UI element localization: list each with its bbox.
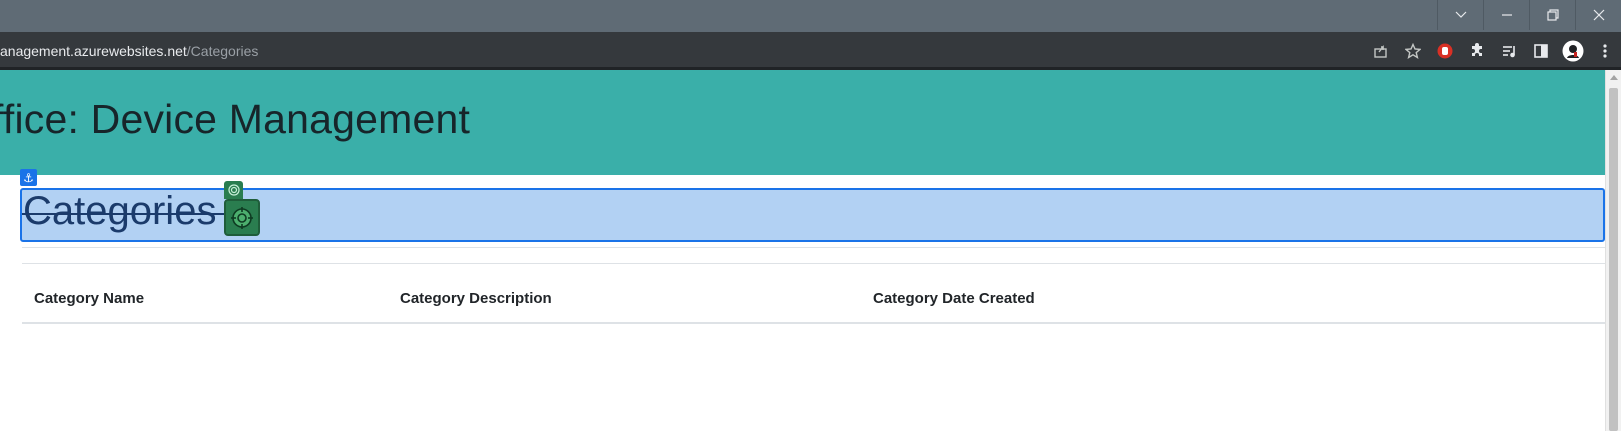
target-tab-icon[interactable]: [224, 181, 243, 199]
menu-kebab-icon: [1603, 44, 1607, 58]
reading-list-icon: [1503, 46, 1515, 58]
extension-stop-button[interactable]: [1429, 35, 1461, 67]
divider: [22, 263, 1605, 264]
scroll-up-arrow-icon[interactable]: [1610, 75, 1618, 80]
url-path: /Categories: [186, 43, 259, 59]
bookmark-star-icon: [1405, 43, 1421, 59]
categories-table-header: Category Name Category Description Categ…: [22, 274, 1605, 324]
reading-list-button[interactable]: [1493, 35, 1525, 67]
crosshair-target-icon[interactable]: [224, 199, 260, 236]
browser-title-bar: [0, 0, 1621, 32]
restore-icon: [1546, 9, 1559, 21]
minimize-icon: [1501, 14, 1512, 16]
share-icon: [1374, 45, 1387, 58]
divider: [22, 247, 1605, 248]
chevron-down-icon: [1455, 11, 1466, 18]
address-bar[interactable]: anagement.azurewebsites.net/Categories: [0, 43, 258, 59]
strike-line: [22, 213, 227, 215]
browser-toolbar: anagement.azurewebsites.net/Categories: [0, 32, 1621, 70]
tab-search-button[interactable]: [1437, 0, 1483, 30]
profile-avatar-icon: [1562, 40, 1584, 62]
share-button[interactable]: [1365, 35, 1397, 67]
profile-button[interactable]: [1557, 35, 1589, 67]
close-button[interactable]: [1575, 0, 1621, 30]
column-header-category-name[interactable]: Category Name: [34, 290, 144, 307]
minimize-button[interactable]: [1483, 0, 1529, 30]
toolbar-icons: [1365, 35, 1621, 67]
scrollbar-thumb[interactable]: [1609, 88, 1618, 431]
bookmark-button[interactable]: [1397, 35, 1429, 67]
side-panel-icon: [1534, 44, 1548, 58]
extensions-puzzle-icon: [1472, 43, 1482, 56]
page-title: Categories: [23, 189, 217, 233]
menu-button[interactable]: [1589, 35, 1621, 67]
web-page: ffice: Device Management ⚓ Categories Ca…: [0, 70, 1621, 431]
side-panel-button[interactable]: [1525, 35, 1557, 67]
site-header: ffice: Device Management: [0, 70, 1605, 175]
extension-stop-icon: [1437, 43, 1453, 59]
column-header-category-date-created[interactable]: Category Date Created: [873, 290, 1035, 307]
anchor-icon[interactable]: ⚓: [20, 169, 37, 186]
column-header-category-description[interactable]: Category Description: [400, 290, 552, 307]
vertical-scrollbar[interactable]: [1605, 70, 1621, 431]
restore-button[interactable]: [1529, 0, 1575, 30]
url-host: anagement.azurewebsites.net: [0, 43, 187, 59]
close-icon: [1593, 9, 1604, 21]
window-controls: [1437, 0, 1621, 30]
extensions-button[interactable]: [1461, 35, 1493, 67]
site-title: ffice: Device Management: [0, 96, 471, 142]
